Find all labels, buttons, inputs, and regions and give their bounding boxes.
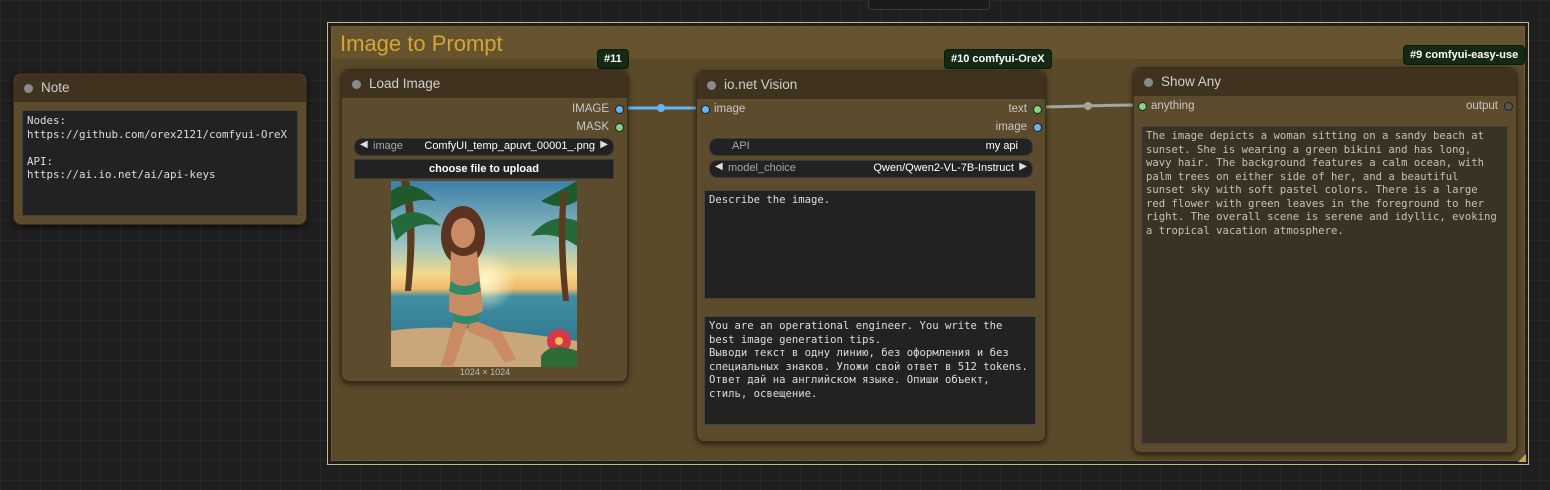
output-label-output: output xyxy=(1466,100,1498,112)
api-field[interactable]: API my api xyxy=(709,138,1033,156)
node-id-badge: #11 xyxy=(597,49,629,69)
input-slot-anything[interactable] xyxy=(1138,102,1147,111)
widget-label: API xyxy=(732,140,750,152)
image-preview[interactable] xyxy=(391,181,577,367)
model-choice-combo[interactable]: ◀ model_choice Qwen/Qwen2-VL-7B-Instruct… xyxy=(709,160,1033,178)
widget-value: ComfyUI_temp_apuvt_00001_.png xyxy=(424,140,595,152)
output-slot-text[interactable] xyxy=(1033,105,1042,114)
arrow-left-icon[interactable]: ◀ xyxy=(360,139,368,150)
widget-value: my api xyxy=(985,140,1018,152)
input-label-anything: anything xyxy=(1151,100,1195,112)
node-header[interactable]: io.net Vision xyxy=(697,71,1045,99)
collapse-dot-icon[interactable] xyxy=(707,81,716,90)
input-slot-image[interactable] xyxy=(701,105,710,114)
output-label-text: text xyxy=(1008,103,1027,115)
node-title: io.net Vision xyxy=(724,77,798,92)
input-label-image: image xyxy=(714,103,746,115)
arrow-right-icon[interactable]: ▶ xyxy=(600,139,608,150)
text-link-midpoint xyxy=(1084,102,1092,110)
show-any-node[interactable]: Show Any anything output The image depic… xyxy=(1133,67,1517,453)
output-label-mask: MASK xyxy=(576,121,609,133)
arrow-right-icon[interactable]: ▶ xyxy=(1019,161,1027,172)
upload-button[interactable]: choose file to upload xyxy=(354,159,614,179)
output-slot-image[interactable] xyxy=(615,105,624,114)
node-title: Load Image xyxy=(369,76,441,91)
prompt-textarea[interactable]: Describe the image. xyxy=(704,190,1036,299)
output-slot-image[interactable] xyxy=(1033,123,1042,132)
collapse-dot-icon[interactable] xyxy=(352,80,361,89)
node-header[interactable]: Load Image xyxy=(342,70,627,98)
arrow-left-icon[interactable]: ◀ xyxy=(715,161,723,172)
output-label-image: image xyxy=(995,121,1027,133)
node-id-badge: #9 comfyui-easy-use xyxy=(1403,45,1526,65)
image-combo[interactable]: ◀ image ComfyUI_temp_apuvt_00001_.png ▶ xyxy=(354,138,614,156)
widget-value: Qwen/Qwen2-VL-7B-Instruct xyxy=(873,162,1014,174)
node-id-badge: #10 comfyui-OreX xyxy=(944,49,1052,69)
image-size-caption: 1024 × 1024 xyxy=(459,367,511,377)
show-any-textarea[interactable]: The image depicts a woman sitting on a s… xyxy=(1141,126,1508,444)
output-label-image: IMAGE xyxy=(571,103,609,115)
io-net-vision-node[interactable]: io.net Vision image text image API my ap… xyxy=(696,70,1046,442)
output-slot-mask[interactable] xyxy=(615,123,624,132)
widget-label: model_choice xyxy=(728,162,796,174)
image-link-midpoint xyxy=(657,104,665,112)
system-prompt-textarea[interactable]: You are an operational engineer. You wri… xyxy=(704,316,1036,425)
load-image-node[interactable]: Load Image IMAGE MASK ◀ image ComfyUI_te… xyxy=(341,69,628,382)
collapse-dot-icon[interactable] xyxy=(1144,78,1153,87)
output-slot-output[interactable] xyxy=(1504,102,1513,111)
node-header[interactable]: Show Any xyxy=(1134,68,1516,96)
widget-label: image xyxy=(373,140,403,152)
node-title: Show Any xyxy=(1161,74,1222,89)
